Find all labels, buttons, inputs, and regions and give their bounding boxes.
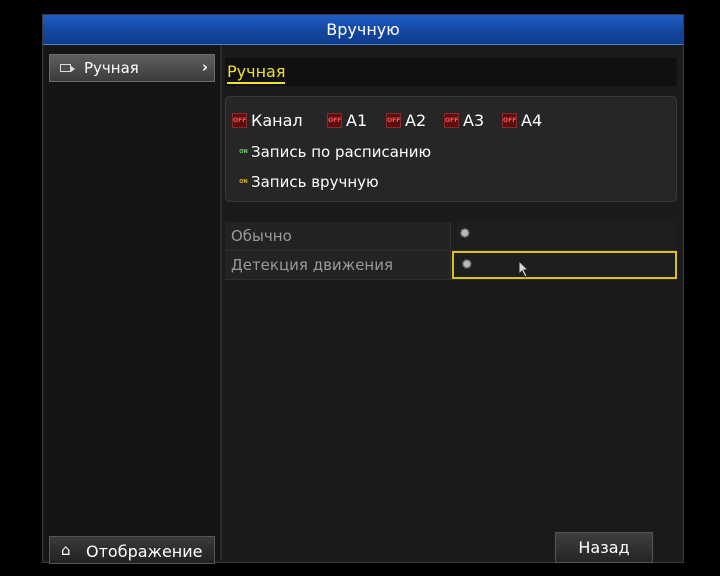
off-status-icon: OFF <box>327 113 342 128</box>
legend-a4: OFF A4 <box>502 110 542 130</box>
mouse-cursor-icon <box>518 260 530 278</box>
off-status-icon: OFF <box>444 113 459 128</box>
status-legend: OFF Канал OFF A1 OFF A2 OFF A3 OFF A4 ON Запис… <box>225 96 677 202</box>
sidebar-item-label: Ручная <box>84 59 139 77</box>
camera-icon <box>60 64 75 72</box>
legend-label: A3 <box>463 111 485 130</box>
legend-manual: ON Запись вручную <box>238 173 379 191</box>
normal-setting-cell[interactable]: ✹ <box>452 222 677 250</box>
display-button-label: Отображение <box>86 542 203 561</box>
off-status-icon: OFF <box>386 113 401 128</box>
gear-icon[interactable]: ✹ <box>461 257 473 273</box>
motion-detection-setting-cell[interactable]: ✹ <box>452 251 677 279</box>
display-button[interactable]: ⌂ Отображение <box>49 536 215 564</box>
legend-schedule-text: Запись по расписанию <box>251 143 432 161</box>
row-motion-detection: Детекция движения ✹ <box>225 251 677 280</box>
row-label: Детекция движения <box>225 251 451 279</box>
manual-on-icon: ON <box>239 179 248 185</box>
row-normal: Обычно ✹ <box>225 222 677 251</box>
tab-manual-label: Ручная <box>227 62 286 84</box>
manual-record-window: Вручную Ручная › ⌂ Отображение Ручная OF… <box>42 14 684 564</box>
main-panel: Ручная OFF Канал OFF A1 OFF A2 OFF A3 OFF A4 … <box>225 46 681 563</box>
legend-channel: OFF Канал <box>232 110 303 130</box>
back-button[interactable]: Назад <box>555 532 653 563</box>
legend-label: A2 <box>405 111 427 130</box>
legend-manual-text: Запись вручную <box>251 173 379 191</box>
sidebar-item-manual[interactable]: Ручная › <box>49 54 215 82</box>
off-status-icon: OFF <box>232 113 247 128</box>
tab-manual[interactable]: Ручная <box>225 58 677 86</box>
window-title: Вручную <box>43 15 683 45</box>
sidebar: Ручная › ⌂ Отображение <box>45 46 222 564</box>
legend-label: Канал <box>251 111 303 130</box>
gear-icon[interactable]: ✹ <box>459 226 471 242</box>
legend-a3: OFF A3 <box>444 110 484 130</box>
legend-a2: OFF A2 <box>386 110 426 130</box>
chevron-right-icon: › <box>201 58 208 76</box>
legend-label: A1 <box>346 111 368 130</box>
off-status-icon: OFF <box>502 113 517 128</box>
legend-schedule: ON Запись по расписанию <box>238 143 431 161</box>
legend-a1: OFF A1 <box>327 110 367 130</box>
legend-label: A4 <box>521 111 543 130</box>
schedule-on-icon: ON <box>239 149 248 155</box>
home-icon: ⌂ <box>61 541 71 559</box>
row-label: Обычно <box>225 222 451 250</box>
